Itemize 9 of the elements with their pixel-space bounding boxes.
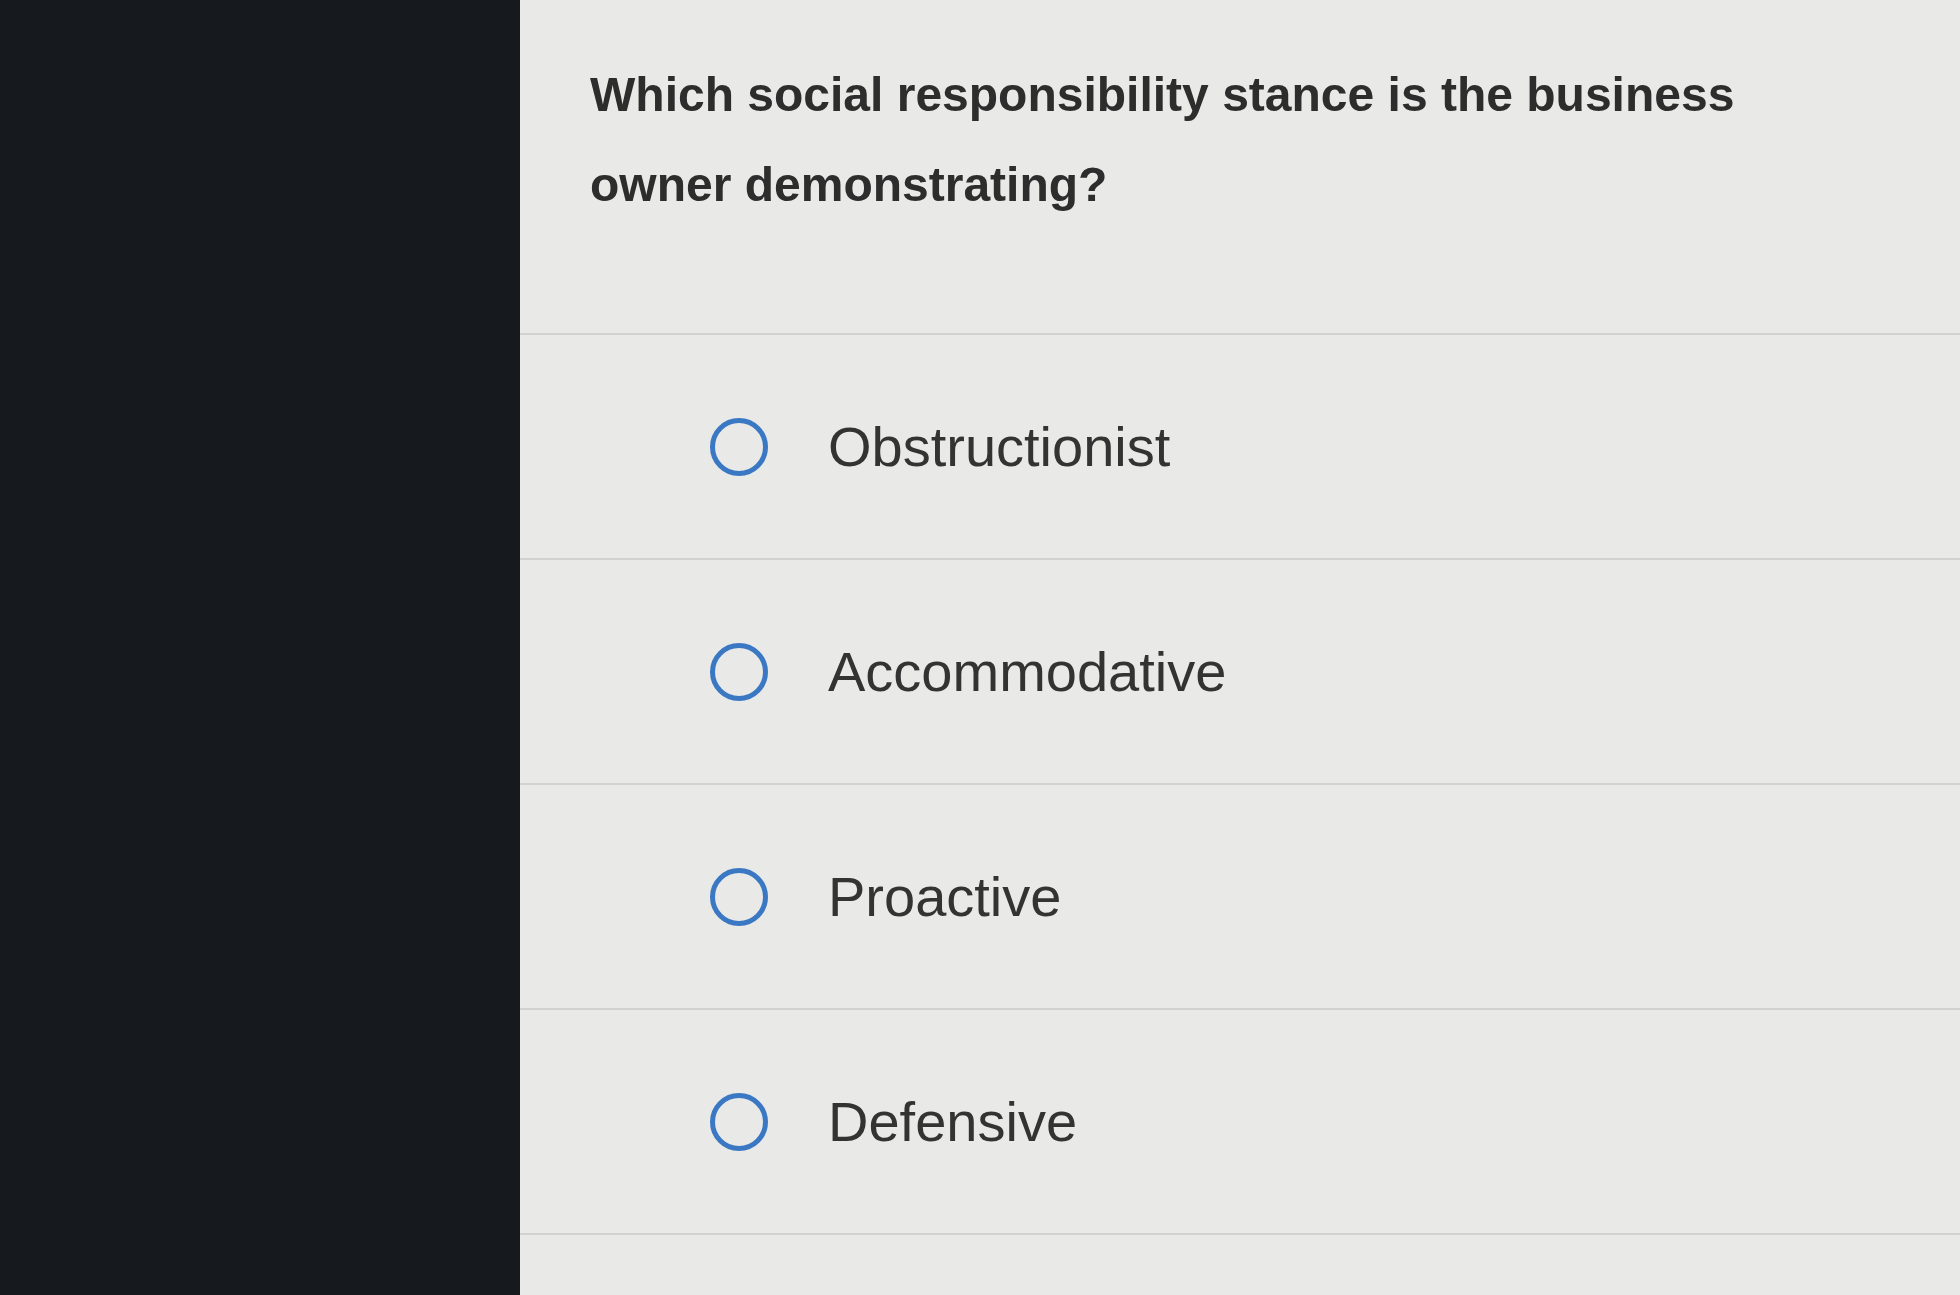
question-text: Which social responsibility stance is the business owner demonstrating? xyxy=(590,67,1736,213)
radio-button[interactable] xyxy=(710,417,768,476)
answer-option[interactable]: Defensive xyxy=(710,1079,1078,1164)
answer-option[interactable]: Accommodative xyxy=(710,629,1227,714)
answer-option[interactable]: Obstructionist xyxy=(710,404,1171,489)
radio-button[interactable] xyxy=(710,867,768,926)
radio-button[interactable] xyxy=(710,1092,768,1151)
radio-button[interactable] xyxy=(710,642,768,701)
answer-option[interactable]: Proactive xyxy=(710,854,1062,939)
